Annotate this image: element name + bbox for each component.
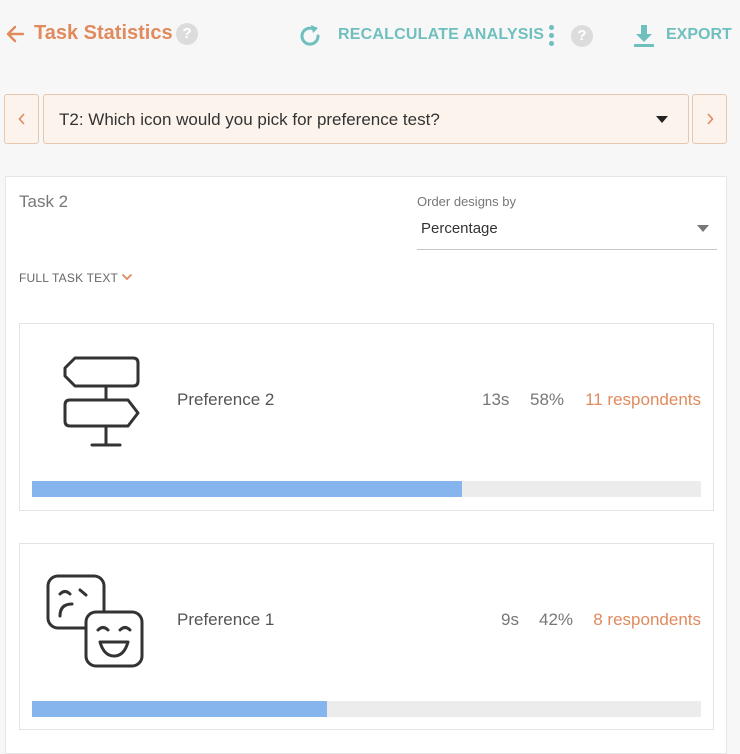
back-arrow-icon[interactable] (5, 24, 25, 44)
task-select[interactable]: T2: Which icon would you pick for prefer… (43, 94, 689, 144)
order-designs-value: Percentage (421, 220, 498, 237)
percentage: 42% (539, 610, 574, 629)
percentage: 58% (530, 390, 565, 409)
caret-down-icon (697, 225, 709, 232)
progress-bar (32, 481, 701, 497)
task-heading: Task 2 (19, 192, 69, 211)
design-name: Preference 1 (177, 610, 275, 629)
task-select-value: T2: Which icon would you pick for prefer… (59, 110, 440, 129)
refresh-icon[interactable] (296, 22, 324, 50)
progress-bar-fill (32, 701, 328, 717)
order-designs-select[interactable]: Percentage (417, 213, 717, 250)
emotions-faces-icon (46, 574, 144, 668)
design-card: Preference 1 9s 42% 8 respondents (19, 543, 714, 730)
progress-bar-fill (32, 481, 463, 497)
help-icon[interactable]: ? (571, 25, 593, 47)
full-task-text-toggle[interactable]: FULL TASK TEXT (19, 271, 118, 285)
design-name: Preference 2 (177, 390, 275, 409)
progress-bar (32, 701, 701, 717)
previous-task-button[interactable] (4, 94, 39, 144)
signpost-icon (63, 356, 140, 447)
page-title: Task Statistics (34, 22, 173, 44)
caret-down-icon (656, 116, 668, 123)
export-button[interactable]: EXPORT (666, 26, 732, 44)
download-icon[interactable] (632, 23, 656, 49)
chevron-right-icon (706, 113, 714, 125)
respondents-link[interactable]: 11 respondents (585, 390, 701, 410)
average-time: 9s (501, 610, 519, 629)
task-statistics-panel: Task 2 Order designs by Percentage FULL … (5, 176, 727, 754)
order-designs-label: Order designs by (417, 194, 516, 209)
help-icon[interactable]: ? (176, 23, 198, 45)
chevron-down-icon[interactable] (121, 272, 133, 282)
average-time: 13s (482, 390, 510, 409)
respondents-link[interactable]: 8 respondents (593, 610, 701, 630)
design-card: Preference 2 13s 58% 11 respondents (19, 323, 714, 511)
more-options-icon[interactable] (547, 25, 555, 49)
chevron-left-icon (17, 113, 25, 125)
next-task-button[interactable] (692, 94, 727, 144)
recalculate-analysis-button[interactable]: RECALCULATE ANALYSIS (338, 26, 544, 44)
top-bar: Task Statistics ? RECALCULATE ANALYSIS ?… (0, 0, 740, 70)
